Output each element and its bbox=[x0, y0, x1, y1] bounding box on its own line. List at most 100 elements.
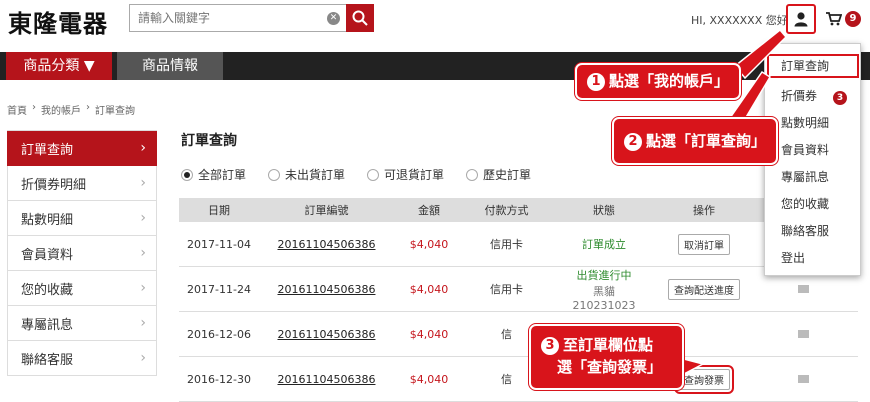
breadcrumb-separator-icon: › bbox=[32, 102, 36, 113]
menu-item-messages[interactable]: 專屬訊息 bbox=[765, 168, 860, 185]
table-row: 2016-12-30 20161104506386 $4,040 信 查詢發票 bbox=[179, 357, 858, 402]
menu-item-points[interactable]: 點數明細 bbox=[765, 114, 860, 131]
mail-icon[interactable] bbox=[798, 329, 809, 338]
menu-item-member[interactable]: 會員資料 bbox=[765, 141, 860, 158]
order-status: 出貨進行中 bbox=[576, 268, 632, 282]
table-row: 2016-12-06 20161104506386 $4,040 信 bbox=[179, 312, 858, 357]
filter-returnable-orders[interactable]: 可退貨訂單 bbox=[367, 166, 444, 183]
sidebar-item-label: 折價券明細 bbox=[21, 177, 87, 193]
order-date: 2017-11-24 bbox=[187, 282, 251, 296]
account-button[interactable] bbox=[786, 4, 816, 34]
column-header-amount: 金額 bbox=[418, 204, 440, 217]
filter-label: 未出貨訂單 bbox=[285, 168, 346, 182]
account-dropdown-menu: 訂單查詢 折價券 3 點數明細 會員資料 專屬訊息 您的收藏 聯絡客服 登出 bbox=[764, 43, 861, 276]
callout-text: 點選「訂單查詢」 bbox=[646, 132, 767, 150]
order-amount: $4,040 bbox=[409, 282, 449, 296]
order-number-link[interactable]: 20161104506386 bbox=[278, 283, 376, 296]
menu-item-favorites[interactable]: 您的收藏 bbox=[765, 195, 860, 212]
mail-icon[interactable] bbox=[798, 374, 809, 383]
order-date: 2017-11-04 bbox=[187, 237, 251, 251]
mail-icon[interactable] bbox=[798, 284, 809, 293]
order-status-cell: 出貨進行中 黑貓 210231023 bbox=[549, 267, 659, 312]
radio-unchecked-icon bbox=[466, 168, 479, 181]
tracking-number: 210231023 bbox=[572, 298, 636, 312]
column-header-date: 日期 bbox=[208, 204, 230, 217]
radio-checked-icon bbox=[181, 168, 193, 181]
filter-label: 歷史訂單 bbox=[483, 168, 532, 182]
user-icon bbox=[794, 12, 808, 27]
column-header-order-no: 訂單編號 bbox=[304, 204, 349, 217]
chevron-right-icon: › bbox=[140, 245, 146, 261]
sidebar-item-label: 專屬訊息 bbox=[21, 317, 74, 333]
sidebar-item-favorites[interactable]: 您的收藏 › bbox=[7, 271, 157, 306]
order-amount: $4,040 bbox=[409, 327, 449, 341]
page-title: 訂單查詢 bbox=[181, 133, 237, 149]
order-filter-group: 全部訂單 未出貨訂單 可退貨訂單 歷史訂單 bbox=[181, 166, 531, 183]
sidebar-item-coupons[interactable]: 折價券明細 › bbox=[7, 166, 157, 201]
cancel-order-button[interactable]: 取消訂單 bbox=[678, 233, 730, 255]
order-status: 訂單成立 bbox=[582, 238, 626, 251]
store-logo[interactable]: 東隆電器 bbox=[8, 4, 108, 39]
payment-method: 信用卡 bbox=[490, 238, 523, 251]
chevron-right-icon: › bbox=[140, 350, 146, 366]
sidebar-item-support[interactable]: 聯絡客服 › bbox=[7, 341, 157, 376]
search-input[interactable] bbox=[130, 5, 320, 31]
breadcrumb-account[interactable]: 我的帳戶 bbox=[41, 102, 81, 117]
coupon-count-badge: 3 bbox=[833, 91, 848, 105]
clear-icon[interactable]: ✕ bbox=[327, 12, 340, 25]
carrier-name: 黑貓 bbox=[593, 284, 615, 298]
step-number-badge: 3 bbox=[541, 337, 559, 355]
order-amount: $4,040 bbox=[409, 372, 449, 386]
search-button[interactable] bbox=[346, 4, 374, 32]
search-icon bbox=[352, 10, 368, 26]
order-date: 2016-12-06 bbox=[187, 327, 251, 341]
order-number-link[interactable]: 20161104506386 bbox=[278, 373, 376, 386]
view-invoice-button[interactable]: 查詢發票 bbox=[674, 364, 734, 394]
nav-category-menu[interactable]: 商品分類 ▼ bbox=[6, 52, 112, 80]
chevron-right-icon: › bbox=[140, 315, 146, 331]
sidebar-item-label: 會員資料 bbox=[21, 247, 74, 263]
menu-item-coupons[interactable]: 折價券 3 bbox=[765, 87, 860, 105]
filter-label: 可退貨訂單 bbox=[384, 168, 445, 182]
track-delivery-button[interactable]: 查詢配送進度 bbox=[668, 278, 740, 300]
sidebar-item-label: 聯絡客服 bbox=[21, 352, 74, 368]
chevron-right-icon: › bbox=[140, 175, 146, 191]
sidebar-item-messages[interactable]: 專屬訊息 › bbox=[7, 306, 157, 341]
column-header-payment: 付款方式 bbox=[484, 204, 529, 217]
chevron-right-icon: › bbox=[140, 280, 146, 296]
sidebar-item-member[interactable]: 會員資料 › bbox=[7, 236, 157, 271]
tutorial-callout-3: 3 至訂單欄位點 選「查詢發票」 bbox=[529, 324, 684, 390]
sidebar-item-label: 訂單查詢 bbox=[21, 142, 74, 158]
callout-text: 點選「我的帳戶」 bbox=[609, 72, 730, 90]
breadcrumb-home[interactable]: 首頁 bbox=[7, 102, 27, 117]
menu-item-orders[interactable]: 訂單查詢 bbox=[767, 54, 859, 78]
filter-unshipped-orders[interactable]: 未出貨訂單 bbox=[268, 166, 345, 183]
account-sidebar: 訂單查詢 › 折價券明細 › 點數明細 › 會員資料 › 您的收藏 › 專屬訊息 › 聯絡客… bbox=[7, 130, 157, 376]
menu-item-logout[interactable]: 登出 bbox=[765, 249, 860, 266]
step-number-badge: 2 bbox=[624, 133, 642, 151]
radio-unchecked-icon bbox=[268, 168, 281, 181]
nav-product-info[interactable]: 商品情報 bbox=[117, 52, 223, 80]
order-number-link[interactable]: 20161104506386 bbox=[278, 238, 376, 251]
column-header-status: 狀態 bbox=[593, 204, 615, 217]
payment-method: 信用卡 bbox=[490, 283, 523, 296]
cart-button[interactable]: 9 bbox=[826, 11, 861, 27]
step-number-badge: 1 bbox=[587, 73, 605, 91]
filter-all-orders[interactable]: 全部訂單 bbox=[181, 166, 246, 183]
chevron-right-icon: › bbox=[140, 140, 146, 156]
order-number-link[interactable]: 20161104506386 bbox=[278, 328, 376, 341]
table-header: 日期 訂單編號 金額 付款方式 狀態 操作 bbox=[179, 198, 858, 222]
column-header-action: 操作 bbox=[693, 204, 715, 217]
sidebar-item-orders[interactable]: 訂單查詢 › bbox=[7, 131, 157, 166]
menu-item-support[interactable]: 聯絡客服 bbox=[765, 222, 860, 239]
tutorial-callout-1: 1 點選「我的帳戶」 bbox=[575, 63, 742, 100]
filter-history-orders[interactable]: 歷史訂單 bbox=[466, 166, 531, 183]
table-row: 2017-11-24 20161104506386 $4,040 信用卡 出貨進… bbox=[179, 267, 858, 312]
breadcrumb-current: 訂單查詢 bbox=[95, 106, 135, 117]
cart-icon bbox=[826, 12, 842, 26]
order-amount: $4,040 bbox=[409, 237, 449, 251]
menu-item-label: 折價券 bbox=[781, 89, 818, 103]
search-bar: ✕ bbox=[129, 4, 374, 32]
tutorial-callout-2: 2 點選「訂單查詢」 bbox=[612, 117, 779, 165]
sidebar-item-points[interactable]: 點數明細 › bbox=[7, 201, 157, 236]
